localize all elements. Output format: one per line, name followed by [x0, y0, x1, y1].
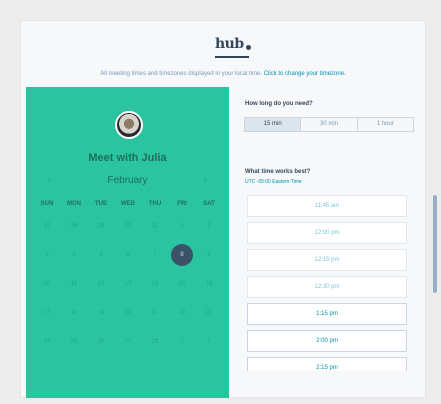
- weekday-label: THU: [148, 201, 162, 207]
- calendar-week: 27 28 29 30 31 1 2: [34, 211, 222, 240]
- calendar-week: 17 18 19 20 21 22 23: [34, 298, 222, 327]
- duration-option[interactable]: 15 min: [245, 118, 302, 131]
- timezone-notice-text: All meeting times and timezones displaye…: [100, 71, 263, 77]
- timezone-selector[interactable]: UTC -05:00 Eastern Time: [245, 179, 302, 185]
- calendar-day[interactable]: 11: [61, 281, 87, 287]
- calendar-day[interactable]: 28: [61, 223, 87, 229]
- calendar-day[interactable]: 13: [115, 281, 141, 287]
- calendar-day[interactable]: 27: [34, 223, 60, 229]
- change-timezone-link[interactable]: Click to change your timezone.: [264, 71, 346, 77]
- time-slot-button[interactable]: 11:45 am: [247, 195, 407, 217]
- calendar-day[interactable]: 29: [88, 223, 114, 229]
- time-slot-scrollbar[interactable]: [433, 195, 437, 293]
- calendar-day[interactable]: 15: [169, 281, 195, 287]
- calendar-day[interactable]: 3: [34, 252, 60, 258]
- hubspot-logo: hub: [215, 33, 251, 58]
- time-slot-list: 11:45 am 12:00 pm 12:15 pm 12:30 pm 1:15 pm 2…: [247, 195, 407, 371]
- calendar-day[interactable]: 27: [115, 339, 141, 345]
- calendar-day[interactable]: 7: [142, 252, 168, 258]
- calendar-day[interactable]: 4: [61, 252, 87, 258]
- prev-month-button[interactable]: ‹: [48, 175, 51, 185]
- calendar-day[interactable]: 9: [196, 252, 222, 258]
- calendar-week: 3456789: [34, 240, 222, 269]
- weekday-label: SUN: [40, 201, 54, 207]
- time-slot-button[interactable]: 12:00 pm: [247, 222, 407, 244]
- calendar-day[interactable]: 19: [88, 310, 114, 316]
- meetings-card: hub All meeting times and timezones disp…: [20, 20, 437, 398]
- calendar-day[interactable]: 1: [169, 223, 195, 229]
- calendar-panel: Meet with Julia ‹ February › SUN MON TUE WE…: [26, 87, 229, 398]
- weekday-label: TUE: [95, 201, 107, 207]
- calendar-day[interactable]: 22: [169, 310, 195, 316]
- weekday-header: SUN MON TUE WED THU FRI SAT: [34, 197, 222, 211]
- calendar-day[interactable]: 5: [88, 252, 114, 258]
- calendar-day[interactable]: 2: [196, 339, 222, 345]
- calendar-day-selected[interactable]: 8: [171, 243, 193, 266]
- calendar-day[interactable]: 17: [34, 310, 60, 316]
- time-slot-button[interactable]: 2:15 pm: [247, 357, 407, 371]
- calendar-day[interactable]: 18: [61, 310, 87, 316]
- calendar-grid: SUN MON TUE WED THU FRI SAT 27 28 29 30 31 1 2 3 4 5 6 7 8…: [34, 197, 222, 356]
- month-label: February: [107, 174, 148, 186]
- month-navigation: ‹ February ›: [48, 173, 207, 187]
- calendar-day[interactable]: 26: [88, 339, 114, 345]
- time-slot-button[interactable]: 1:15 pm: [247, 303, 407, 325]
- next-month-button[interactable]: ›: [204, 175, 207, 185]
- calendar-week: 24 25 26 27 28 1 2: [34, 327, 222, 356]
- meeting-title: Meet with Julia: [88, 152, 167, 164]
- calendar-day[interactable]: 1: [169, 339, 195, 345]
- calendar-day[interactable]: 2: [196, 223, 222, 229]
- duration-option[interactable]: 30 min: [301, 118, 358, 131]
- logo-text: hub: [215, 36, 244, 52]
- weekday-label: WED: [121, 201, 135, 207]
- logo-dot-icon: [245, 44, 251, 50]
- timezone-notice: All meeting times and timezones displaye…: [21, 71, 425, 77]
- duration-question: How long do you need?: [245, 101, 313, 107]
- calendar-day[interactable]: 31: [142, 223, 168, 229]
- calendar-day[interactable]: 21: [142, 310, 168, 316]
- avatar: [115, 111, 143, 139]
- weekday-label: SAT: [203, 201, 215, 207]
- calendar-day[interactable]: 12: [88, 281, 114, 287]
- calendar-day[interactable]: 16: [196, 281, 222, 287]
- calendar-day[interactable]: 28: [142, 339, 168, 345]
- calendar-day[interactable]: 14: [142, 281, 168, 287]
- calendar-day[interactable]: 10: [34, 281, 60, 287]
- weekday-label: FRI: [177, 201, 187, 207]
- calendar-day[interactable]: 20: [115, 310, 141, 316]
- time-slot-button[interactable]: 12:30 pm: [247, 276, 407, 298]
- logo-underline: [215, 56, 249, 58]
- duration-option[interactable]: 1 hour: [358, 118, 413, 131]
- time-question: What time works best?: [245, 169, 311, 175]
- calendar-day[interactable]: 23: [196, 310, 222, 316]
- calendar-day[interactable]: 6: [115, 252, 141, 258]
- calendar-day[interactable]: 25: [61, 339, 87, 345]
- calendar-day[interactable]: 24: [34, 339, 60, 345]
- time-slot-button[interactable]: 12:15 pm: [247, 249, 407, 271]
- time-slot-button[interactable]: 2:00 pm: [247, 330, 407, 352]
- calendar-day[interactable]: 30: [115, 223, 141, 229]
- weekday-label: MON: [67, 201, 81, 207]
- duration-selector: 15 min 30 min 1 hour: [244, 117, 414, 132]
- calendar-week: 10 11 12 13 14 15 16: [34, 269, 222, 298]
